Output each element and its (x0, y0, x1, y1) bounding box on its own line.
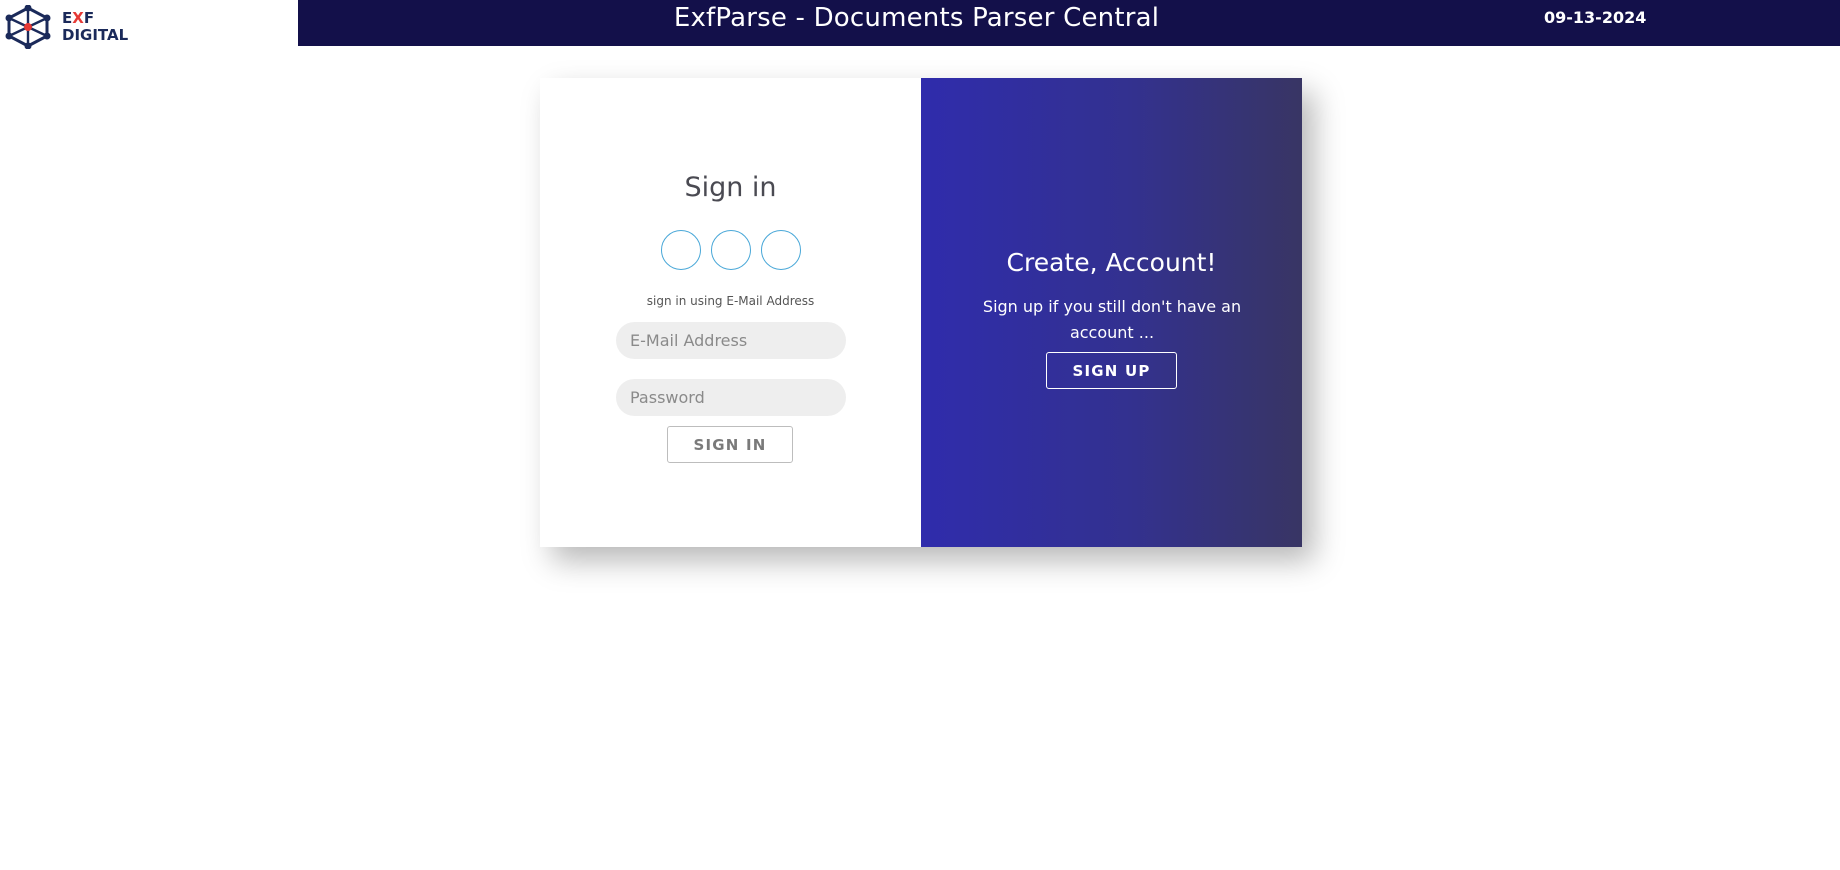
signin-panel: Sign in sign in using E-Mail Address SIG… (540, 78, 921, 547)
social-icon[interactable] (761, 230, 801, 270)
page: EXF DIGITAL ExfParse - Documents Parser … (0, 0, 1840, 870)
logo-text: EXF DIGITAL (62, 10, 128, 44)
logo-letter-f: F (83, 9, 95, 27)
signin-hint: sign in using E-Mail Address (646, 294, 815, 308)
logo-letter-x: X (72, 9, 84, 27)
logo-text-line2: DIGITAL (62, 26, 129, 44)
email-field[interactable] (616, 322, 846, 359)
header-bar: ExfParse - Documents Parser Central 09-1… (298, 0, 1840, 46)
logo-letter-e: E (62, 9, 73, 27)
signin-title: Sign in (684, 172, 777, 203)
social-icon[interactable] (711, 230, 751, 270)
logo-text-line1: EXF (62, 10, 128, 27)
page-title: ExfParse - Documents Parser Central (673, 3, 1160, 33)
signup-text: Sign up if you still don't have an accou… (982, 297, 1242, 342)
logo[interactable]: EXF DIGITAL (0, 0, 298, 49)
auth-card: Sign in sign in using E-Mail Address SIG… (540, 78, 1302, 547)
signup-title: Create, Account! (1006, 248, 1217, 277)
signup-panel: Create, Account! Sign up if you still do… (921, 78, 1302, 547)
social-login-row (661, 230, 801, 270)
header-date: 09-13-2024 (1544, 8, 1647, 27)
signup-button[interactable]: SIGN UP (1046, 352, 1177, 389)
network-hexagon-icon (5, 5, 51, 49)
password-field[interactable] (616, 379, 846, 416)
signin-button[interactable]: SIGN IN (667, 426, 793, 463)
social-icon[interactable] (661, 230, 701, 270)
